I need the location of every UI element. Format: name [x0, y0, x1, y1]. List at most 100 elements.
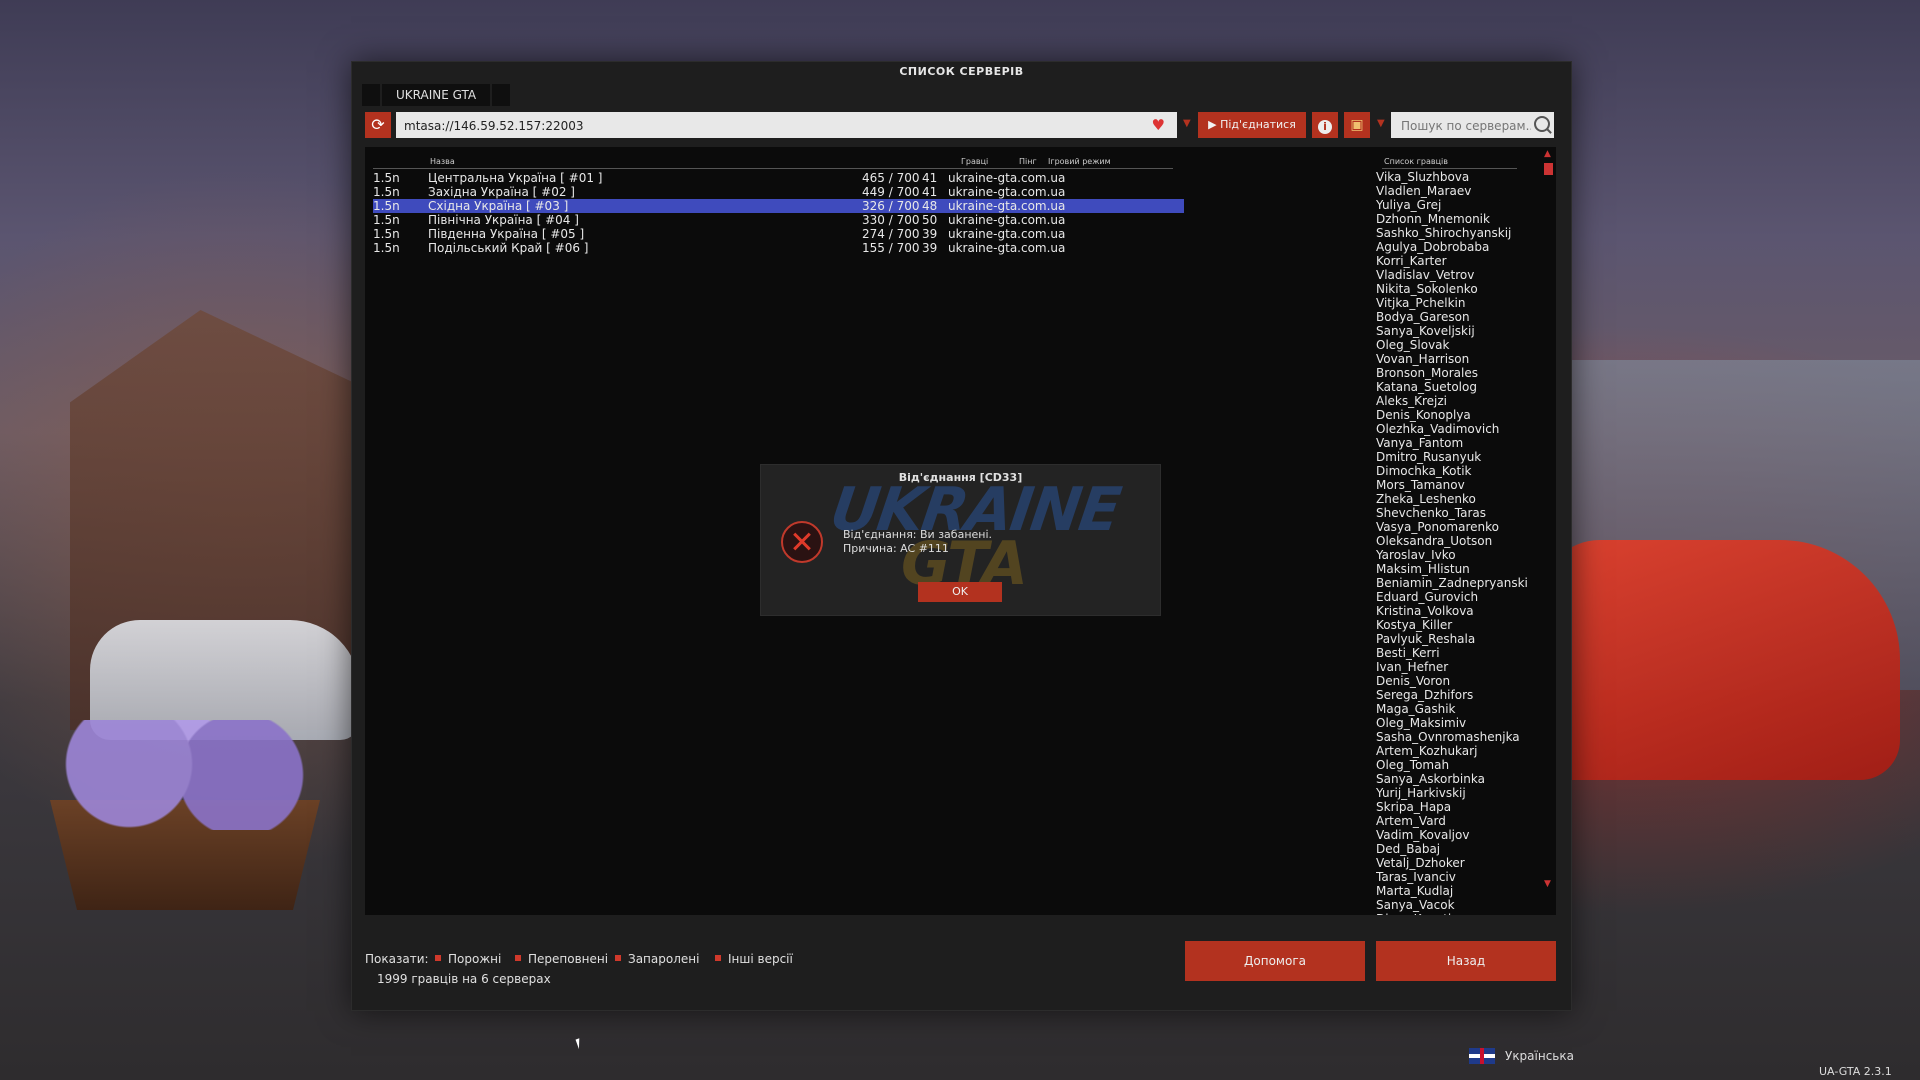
- image-dropdown-arrow-icon[interactable]: ▼: [1377, 118, 1385, 129]
- filter-locked-label: Запаролені: [628, 952, 700, 966]
- search-icon[interactable]: [1534, 116, 1550, 132]
- scroll-thumb[interactable]: [1544, 163, 1553, 175]
- column-header-players[interactable]: Гравці: [961, 157, 988, 166]
- player-list-item: Bronson_Morales: [1376, 366, 1478, 380]
- server-name: Подільський Край [ #06 ]: [428, 241, 589, 255]
- player-list-item: Vadim_Kovaljov: [1376, 828, 1470, 842]
- player-list-item: Yuliya_Grej: [1376, 198, 1442, 212]
- player-list-item: Sanya_Kovelјskij: [1376, 324, 1475, 338]
- server-mode: ukraine-gta.com.ua: [948, 171, 1066, 185]
- player-list-item: Kristina_Volkova: [1376, 604, 1474, 618]
- server-name: Південна Україна [ #05 ]: [428, 227, 585, 241]
- toolbar: ⟳ ♥ ▼ ▶ Під'єднатися i ▣ ▼: [365, 112, 1556, 140]
- server-version: 1.5n: [373, 227, 400, 241]
- background-flowers: [45, 720, 325, 830]
- server-row[interactable]: 1.5n Східна Україна [ #03 ] 326 / 700 48 ukr…: [373, 199, 1184, 213]
- server-row[interactable]: 1.5n Подільський Край [ #06 ] 155 / 700 39 u…: [373, 241, 1184, 255]
- search-input[interactable]: [1399, 112, 1533, 140]
- server-players: 449 / 700: [862, 185, 920, 199]
- server-mode: ukraine-gta.com.ua: [948, 213, 1066, 227]
- ok-button[interactable]: OK: [918, 582, 1002, 602]
- player-list-item: Vasya_Ponomarenko: [1376, 520, 1499, 534]
- player-summary: 1999 гравців на 6 серверах: [377, 972, 551, 986]
- checkbox-icon: [715, 955, 721, 961]
- player-list-item: Vladlen_Maraev: [1376, 184, 1472, 198]
- server-row[interactable]: 1.5n Південна Україна [ #05 ] 274 / 700 39 u…: [373, 227, 1184, 241]
- server-ping: 41: [922, 171, 938, 185]
- player-list-item: Katana_Suetolog: [1376, 380, 1477, 394]
- server-mode: ukraine-gta.com.ua: [948, 227, 1066, 241]
- player-list-item: Ivan_Hefner: [1376, 660, 1449, 674]
- filter-locked[interactable]: Запаролені: [615, 952, 699, 966]
- filter-other-versions-label: Інші версії: [728, 952, 793, 966]
- player-list-item: Mors_Tamanov: [1376, 478, 1465, 492]
- dialog-message-line2: Причина: AC #111: [843, 542, 949, 555]
- uk-flag-icon: [1469, 1048, 1495, 1064]
- filter-empty[interactable]: Порожні: [435, 952, 501, 966]
- player-list-item: Vladislav_Vetrov: [1376, 268, 1475, 282]
- version-label: UA-GTA 2.3.1: [1819, 1065, 1892, 1078]
- tab-ukraine-gta[interactable]: UKRAINE GTA: [382, 84, 491, 106]
- player-list-item: Nikita_Sokolenko: [1376, 282, 1478, 296]
- player-list-item: Marta_Kudlaj: [1376, 884, 1454, 898]
- tab-right-spacer: [492, 84, 511, 106]
- player-list-item: Yaroslav_Ivko: [1376, 548, 1456, 562]
- players-scrollbar[interactable]: ▲ ▼: [1540, 147, 1556, 915]
- players-header: Список гравців: [1384, 157, 1448, 166]
- server-version: 1.5n: [373, 199, 400, 213]
- server-players: 465 / 700: [862, 171, 920, 185]
- dialog-title: Від'єднання [CD33]: [898, 471, 1023, 484]
- player-list-item: Denis_Voron: [1376, 674, 1451, 688]
- server-players: 274 / 700: [862, 227, 920, 241]
- player-list-item: Oleg_Tomah: [1376, 758, 1450, 772]
- language-label: Українська: [1505, 1049, 1574, 1063]
- checkbox-icon: [615, 955, 621, 961]
- header-divider: [373, 168, 1173, 169]
- scroll-up-arrow-icon[interactable]: ▲: [1544, 149, 1551, 159]
- address-input[interactable]: [402, 112, 1136, 140]
- column-header-ping[interactable]: Пінг: [1019, 157, 1037, 166]
- search-box: [1391, 112, 1554, 140]
- info-icon: i: [1318, 120, 1332, 134]
- players-divider: [1382, 168, 1517, 169]
- player-list-item: Sanya_Askorbinka: [1376, 772, 1485, 786]
- player-list-item: Besti_Kerri: [1376, 646, 1440, 660]
- heart-icon[interactable]: ♥: [1152, 116, 1165, 134]
- filter-full[interactable]: Переповнені: [515, 952, 608, 966]
- column-header-name[interactable]: Назва: [430, 157, 455, 166]
- server-row[interactable]: 1.5n Північна Україна [ #04 ] 330 / 700 50 u…: [373, 213, 1184, 227]
- refresh-button[interactable]: ⟳: [365, 112, 391, 138]
- tab-bar: UKRAINE GTA: [362, 84, 512, 106]
- player-list-item: Vitjka_Pchelkin: [1376, 296, 1466, 310]
- player-list-item: Taras_Ivanciv: [1376, 870, 1456, 884]
- filter-other-versions[interactable]: Інші версії: [715, 952, 793, 966]
- address-dropdown-arrow-icon[interactable]: ▼: [1183, 118, 1191, 129]
- connect-button[interactable]: ▶ Під'єднатися: [1198, 112, 1306, 138]
- info-button[interactable]: i: [1312, 112, 1338, 138]
- player-list-item: Sashko_Shirochyanskij: [1376, 226, 1512, 240]
- player-list-item: Dimochka_Kotik: [1376, 464, 1472, 478]
- server-name: Західна Україна [ #02 ]: [428, 185, 575, 199]
- filter-full-label: Переповнені: [528, 952, 609, 966]
- player-list-item: Oleg_Slovak: [1376, 338, 1450, 352]
- server-name: Центральна Україна [ #01 ]: [428, 171, 603, 185]
- play-icon: ▶: [1208, 118, 1221, 131]
- column-header-mode[interactable]: Ігровий режим: [1048, 157, 1111, 166]
- help-button[interactable]: Допомога: [1185, 941, 1365, 981]
- dialog-message: Від'єднання: Ви забанені. Причина: AC #1…: [843, 528, 992, 556]
- player-list-item: Pavlyuk_Reshala: [1376, 632, 1476, 646]
- server-row[interactable]: 1.5n Центральна Україна [ #01 ] 465 / 700 4…: [373, 171, 1184, 185]
- player-list-item: Maksim_Hlistun: [1376, 562, 1470, 576]
- tab-left-spacer: [362, 84, 380, 106]
- server-row[interactable]: 1.5n Західна Україна [ #02 ] 449 / 700 41 uk…: [373, 185, 1184, 199]
- player-list-item: Denis_Konoplya: [1376, 408, 1471, 422]
- player-list-item: Ded_Babaj: [1376, 842, 1441, 856]
- server-image-button[interactable]: ▣: [1344, 112, 1370, 138]
- player-list-item: Skripa_Hapa: [1376, 800, 1452, 814]
- player-list: Vika_Sluzhbova Vladlen_Maraev Yuliya_Grej D…: [1376, 170, 1536, 915]
- back-button[interactable]: Назад: [1376, 941, 1556, 981]
- scroll-down-arrow-icon[interactable]: ▼: [1544, 879, 1551, 889]
- show-label: Показати:: [365, 952, 429, 966]
- server-ping: 50: [922, 213, 938, 227]
- player-list-item: Serega_Dzhifors: [1376, 688, 1474, 702]
